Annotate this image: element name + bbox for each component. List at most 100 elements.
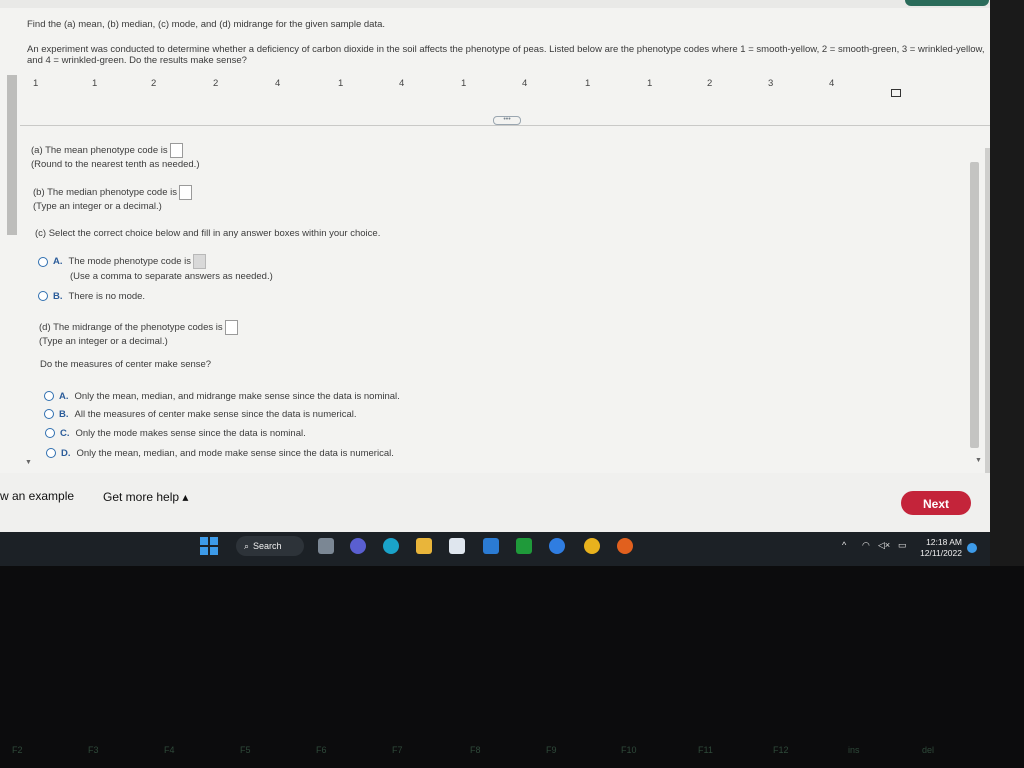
edge-icon[interactable]	[383, 538, 399, 554]
file-explorer-icon[interactable]	[416, 538, 432, 554]
part-a-label: (a) The mean phenotype code is	[31, 145, 168, 157]
option-letter: A.	[59, 391, 69, 402]
mode-hint: (Use a comma to separate answers as need…	[70, 271, 273, 282]
option-text: The mode phenotype code is	[68, 256, 192, 268]
key-label: ins	[848, 745, 860, 755]
option-letter: A.	[53, 256, 63, 268]
scroll-down-left-icon[interactable]: ▼	[25, 459, 32, 466]
sense-option-b[interactable]: B. All the measures of center make sense …	[44, 409, 356, 420]
question-text: An experiment was conducted to determine…	[27, 44, 985, 66]
option-text: There is no mode.	[68, 291, 146, 302]
get-more-help-button[interactable]: Get more help ▴	[103, 490, 188, 504]
key-label: F7	[392, 745, 403, 755]
key-label: del	[922, 745, 935, 755]
answer-panel: (a) The mean phenotype code is (Round to…	[0, 133, 990, 473]
option-letter: C.	[60, 428, 70, 439]
panel-scrollbar-thumb[interactable]	[970, 162, 979, 448]
radio-sense-a[interactable]	[44, 391, 54, 402]
app-orange-icon[interactable]	[617, 538, 633, 554]
sense-question: Do the measures of center make sense?	[40, 359, 212, 370]
mode-option-a[interactable]: A. The mode phenotype code is	[38, 254, 207, 269]
radio-mode-b[interactable]	[38, 291, 48, 302]
option-letter: D.	[61, 448, 71, 459]
data-value: 4	[399, 78, 405, 89]
teams-chat-icon[interactable]	[350, 538, 366, 554]
volume-icon[interactable]: ◁×	[878, 540, 890, 551]
sense-option-a[interactable]: A. Only the mean, median, and midrange ma…	[44, 391, 400, 402]
key-label: F10	[621, 745, 637, 755]
wifi-icon[interactable]: ◠	[862, 540, 870, 551]
data-value: 1	[338, 78, 344, 89]
data-value: 1	[33, 78, 39, 89]
windows-start-icon[interactable]	[200, 537, 218, 555]
radio-sense-b[interactable]	[44, 409, 54, 420]
mode-input[interactable]	[193, 254, 207, 269]
app-icon[interactable]	[549, 538, 565, 554]
key-label: F8	[470, 745, 481, 755]
option-letter: B.	[53, 291, 63, 302]
monitor-bezel	[990, 0, 1024, 566]
taskbar-search[interactable]: ⌕ Search	[236, 536, 304, 556]
key-label: F3	[88, 745, 99, 755]
search-label: Search	[253, 541, 282, 551]
part-b-label: (b) The median phenotype code is	[33, 187, 177, 199]
radio-sense-d[interactable]	[46, 448, 56, 459]
data-value: 1	[585, 78, 591, 89]
data-value: 4	[275, 78, 281, 89]
top-strip	[0, 0, 996, 8]
part-d: (d) The midrange of the phenotype codes …	[39, 320, 238, 335]
part-c-label: (c) Select the correct choice below and …	[35, 228, 381, 239]
store-icon[interactable]	[449, 538, 465, 554]
task-view-icon[interactable]	[318, 538, 334, 554]
part-a: (a) The mean phenotype code is	[31, 143, 183, 158]
key-label: F12	[773, 745, 789, 755]
option-text: Only the mean, median, and mode make sen…	[76, 448, 394, 459]
sense-option-c[interactable]: C. Only the mode makes sense since the da…	[45, 428, 306, 439]
data-value: 2	[213, 78, 219, 89]
part-d-label: (d) The midrange of the phenotype codes …	[39, 322, 223, 334]
data-value: 4	[829, 78, 835, 89]
data-value: 1	[92, 78, 98, 89]
option-text: Only the mean, median, and midrange make…	[74, 391, 400, 402]
option-text: Only the mode makes sense since the data…	[75, 428, 306, 439]
key-label: F9	[546, 745, 557, 755]
option-letter: B.	[59, 409, 69, 420]
mail-icon[interactable]	[483, 538, 499, 554]
clock[interactable]: 12:18 AM 12/11/2022	[918, 537, 962, 559]
question-instruction: Find the (a) mean, (b) median, (c) mode,…	[27, 19, 386, 30]
next-button[interactable]: Next	[901, 491, 971, 515]
part-b: (b) The median phenotype code is	[33, 185, 192, 200]
top-button[interactable]	[905, 0, 989, 6]
data-value: 2	[707, 78, 713, 89]
battery-icon[interactable]: ▭	[898, 540, 907, 551]
key-label: F5	[240, 745, 251, 755]
part-a-hint: (Round to the nearest tenth as needed.)	[31, 159, 200, 170]
radio-sense-c[interactable]	[45, 428, 55, 439]
median-input[interactable]	[179, 185, 192, 200]
sense-option-d[interactable]: D. Only the mean, median, and mode make s…	[46, 448, 394, 459]
copy-data-icon[interactable]	[891, 89, 901, 97]
option-text: All the measures of center make sense si…	[74, 409, 357, 420]
chevron-up-icon[interactable]: ^	[842, 540, 846, 550]
keyboard-row: F2 F3 F4 F5 F6 F7 F8 F9 F10 F11 F12 ins …	[0, 745, 1024, 765]
key-label: F11	[698, 745, 713, 755]
mean-input[interactable]	[169, 143, 183, 158]
data-value: 1	[647, 78, 653, 89]
search-icon: ⌕	[244, 541, 250, 551]
notification-badge[interactable]	[967, 543, 977, 553]
key-label: F2	[12, 745, 23, 755]
divider	[20, 125, 996, 126]
radio-mode-a[interactable]	[38, 256, 48, 267]
scroll-down-icon[interactable]: ▼	[975, 457, 982, 464]
part-b-hint: (Type an integer or a decimal.)	[33, 201, 162, 212]
xbox-icon[interactable]	[516, 538, 532, 554]
chrome-icon[interactable]	[584, 538, 600, 554]
data-row: 1 1 2 2 4 1 4 1 4 1 1 2 3 4	[20, 78, 900, 92]
part-d-hint: (Type an integer or a decimal.)	[39, 336, 168, 347]
view-example-link[interactable]: w an example	[0, 489, 74, 503]
data-value: 3	[768, 78, 774, 89]
resize-handle[interactable]: •••	[493, 116, 521, 125]
midrange-input[interactable]	[224, 320, 238, 335]
data-value: 2	[151, 78, 157, 89]
mode-option-b[interactable]: B. There is no mode.	[38, 291, 145, 302]
